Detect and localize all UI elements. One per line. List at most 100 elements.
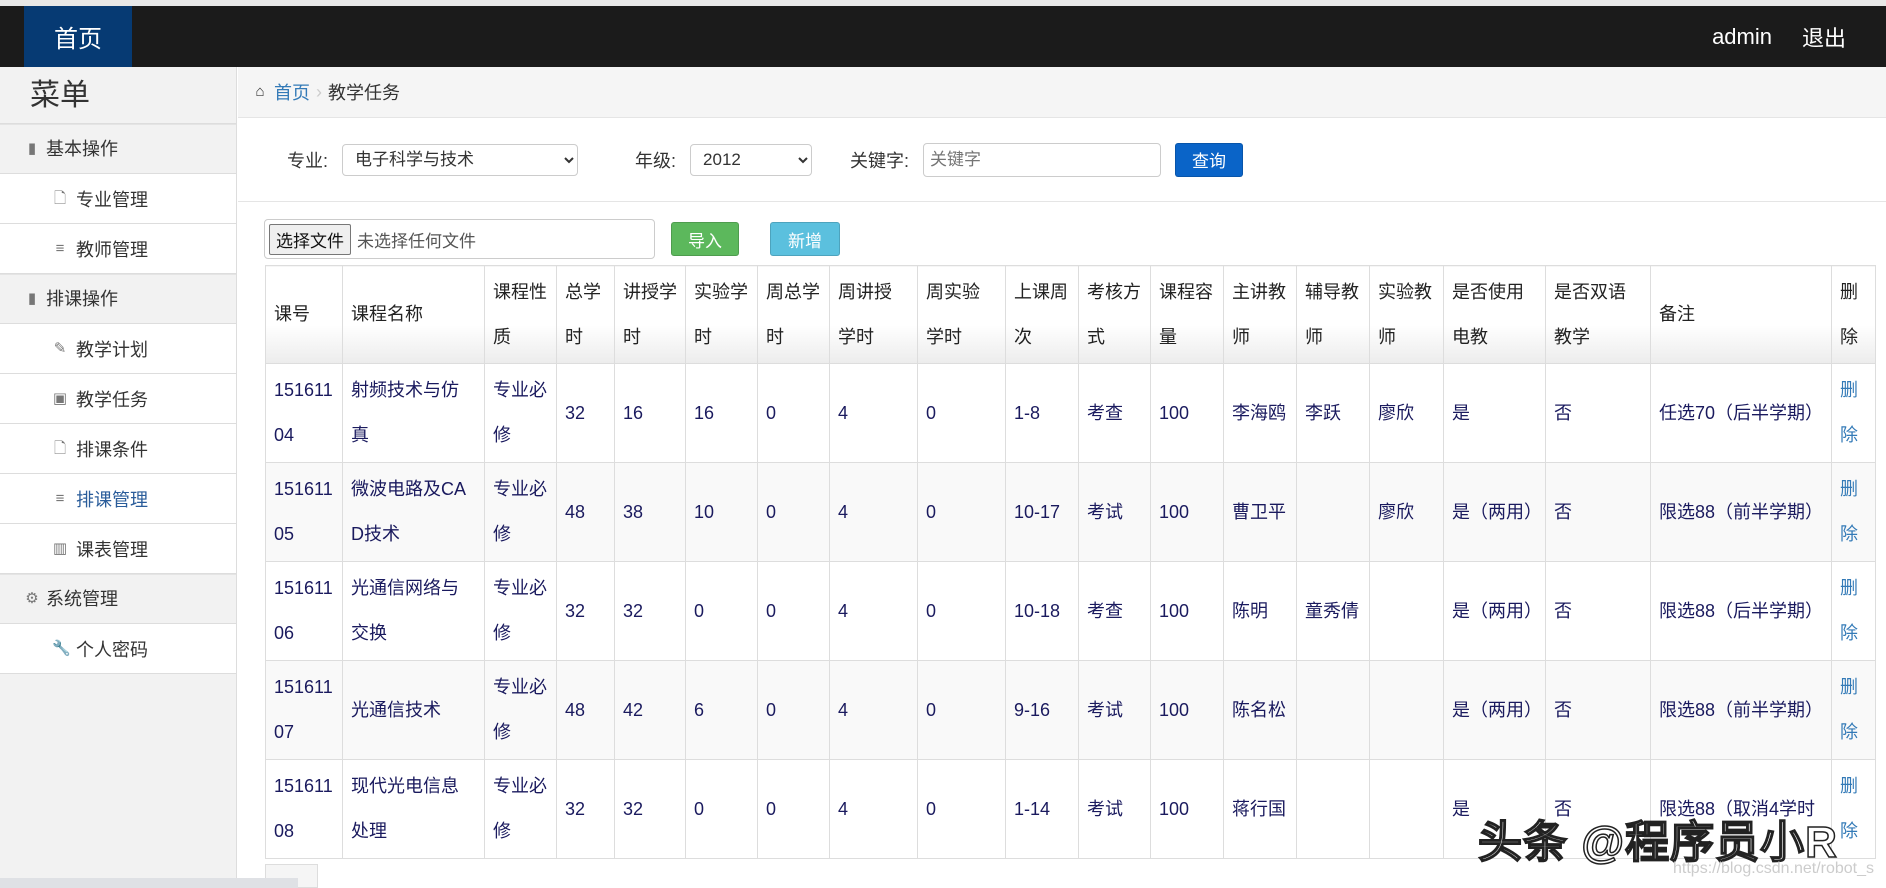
column-header: 主讲教师: [1223, 265, 1297, 364]
major-select[interactable]: 电子科学与技术: [342, 143, 579, 176]
user-name[interactable]: admin: [1712, 24, 1772, 50]
logout-link[interactable]: 退出: [1802, 21, 1846, 53]
table-cell: 专业必修: [484, 561, 557, 661]
delete-link[interactable]: 删除: [1831, 660, 1876, 760]
column-header: 课号: [265, 265, 343, 364]
breadcrumb-separator: ›: [316, 81, 322, 102]
delete-link[interactable]: 删除: [1831, 759, 1876, 859]
home-icon: ⌂: [255, 83, 265, 100]
sidebar-item[interactable]: ≡ 教师管理: [0, 224, 236, 274]
table-cell: 42: [614, 660, 686, 760]
sidebar-item[interactable]: 🗋 排课条件: [0, 424, 236, 474]
table-cell: 陈明: [1223, 561, 1297, 661]
table-cell: 廖欣: [1369, 363, 1444, 463]
table-cell: 专业必修: [484, 462, 557, 562]
keyword-input[interactable]: [923, 142, 1162, 177]
table-cell: 光通信网络与交换: [342, 561, 485, 661]
add-button[interactable]: 新增: [770, 222, 840, 256]
book-icon: ▮: [27, 290, 37, 307]
table-cell: 考查: [1078, 363, 1151, 463]
sidebar-item-label: 个人密码: [76, 639, 148, 660]
table-cell: 专业必修: [484, 363, 557, 463]
table-cell: 现代光电信息处理: [342, 759, 485, 859]
table-cell: 微波电路及CAD技术: [342, 462, 485, 562]
books-icon: ▥: [52, 539, 68, 557]
column-header: 删除: [1831, 265, 1876, 364]
sidebar-item-label: 教学计划: [76, 339, 148, 360]
delete-link[interactable]: 删除: [1831, 363, 1876, 463]
sidebar-item[interactable]: ≡ 排课管理: [0, 474, 236, 524]
file-input[interactable]: 选择文件 未选择任何文件: [264, 219, 655, 259]
table-cell: 48: [556, 660, 615, 760]
sidebar-item[interactable]: ▣ 教学任务: [0, 374, 236, 424]
table-cell: 32: [556, 759, 615, 859]
table-cell: 32: [556, 561, 615, 661]
table-cell: 1-14: [1005, 759, 1079, 859]
query-button[interactable]: 查询: [1175, 142, 1244, 177]
table-cell: 15161107: [265, 660, 343, 760]
list-icon: ≡: [55, 489, 65, 507]
sidebar-item-label: 排课条件: [76, 439, 148, 460]
table-cell: [1296, 660, 1370, 760]
table-cell: 李跃: [1296, 363, 1370, 463]
table-cell: 是（两用）: [1443, 561, 1546, 661]
table-cell: 任选70（后半学期）: [1650, 363, 1832, 463]
nav-home-button[interactable]: 首页: [24, 6, 132, 67]
table-cell: 0: [917, 759, 1006, 859]
column-header: 周讲授学时: [829, 265, 918, 364]
breadcrumb-home[interactable]: 首页: [274, 79, 310, 105]
table-cell: 38: [614, 462, 686, 562]
table-cell: 10-17: [1005, 462, 1079, 562]
delete-link[interactable]: 删除: [1831, 561, 1876, 661]
breadcrumb: ⌂ 首页 › 教学任务: [238, 67, 1886, 118]
sidebar-group[interactable]: ▮ 排课操作: [0, 274, 236, 324]
table-cell: 4: [829, 363, 918, 463]
horizontal-scrollbar[interactable]: [0, 878, 298, 888]
table-cell: 0: [757, 462, 830, 562]
sidebar-item[interactable]: 🔧 个人密码: [0, 624, 236, 674]
task-table: 课号 课程名称 课程性质 总学时 讲授学时 实验学时 周总学时 周讲授学时 周实验学时 上课周次考…: [265, 265, 1876, 859]
action-bar: 选择文件 未选择任何文件 导入 新增: [264, 219, 840, 259]
sidebar-group-label: 基本操作: [46, 139, 118, 159]
table-cell: 4: [829, 660, 918, 760]
table-cell: 0: [917, 363, 1006, 463]
list-icon: ≡: [55, 239, 65, 257]
sidebar-item-label: 专业管理: [76, 189, 148, 210]
column-header: 实验教师: [1369, 265, 1444, 364]
file-status: 未选择任何文件: [357, 231, 476, 251]
column-header: 实验学时: [685, 265, 758, 364]
table-cell: [1369, 561, 1444, 661]
sidebar-item[interactable]: ✎ 教学计划: [0, 324, 236, 374]
table-row: 15161104 射频技术与仿真 专业必修 32 16 16 0 4 0 1-8 考查 100 李海鸥李…: [265, 363, 1876, 463]
sidebar-group[interactable]: ⚙ 系统管理: [0, 574, 236, 624]
navbar: 首页 admin 退出: [0, 6, 1886, 67]
keyword-label: 关键字:: [850, 150, 910, 171]
sidebar-group-label: 系统管理: [46, 589, 118, 609]
table-cell: [1296, 462, 1370, 562]
table-cell: 0: [917, 660, 1006, 760]
table-cell: 100: [1150, 759, 1224, 859]
sidebar-group-label: 排课操作: [46, 289, 118, 309]
choose-file-button[interactable]: 选择文件: [269, 223, 351, 255]
table-cell: 光通信技术: [342, 660, 485, 760]
table-cell: [1369, 759, 1444, 859]
table-cell: 32: [556, 363, 615, 463]
delete-link[interactable]: 删除: [1831, 462, 1876, 562]
table-cell: 4: [829, 759, 918, 859]
table-cell: 限选88（前半学期）: [1650, 462, 1832, 562]
sidebar-item[interactable]: 🗋 专业管理: [0, 174, 236, 224]
sidebar-item-label: 排课管理: [76, 489, 148, 510]
table-cell: 100: [1150, 462, 1224, 562]
sidebar-item[interactable]: ▥ 课表管理: [0, 524, 236, 574]
import-button[interactable]: 导入: [671, 222, 739, 256]
column-header: 课程名称: [342, 265, 485, 364]
table-cell: 专业必修: [484, 660, 557, 760]
table-cell: 否: [1545, 660, 1651, 760]
major-label: 专业:: [287, 150, 329, 171]
sidebar-group[interactable]: ▮ 基本操作: [0, 124, 236, 174]
table-row: 15161105 微波电路及CAD技术 专业必修 48 38 10 0 4 0 10-17 考试 10…: [265, 462, 1876, 562]
table-cell: 0: [685, 561, 758, 661]
table-cell: 陈名松: [1223, 660, 1297, 760]
table-cell: 曹卫平: [1223, 462, 1297, 562]
grade-select[interactable]: 2012: [690, 143, 813, 176]
